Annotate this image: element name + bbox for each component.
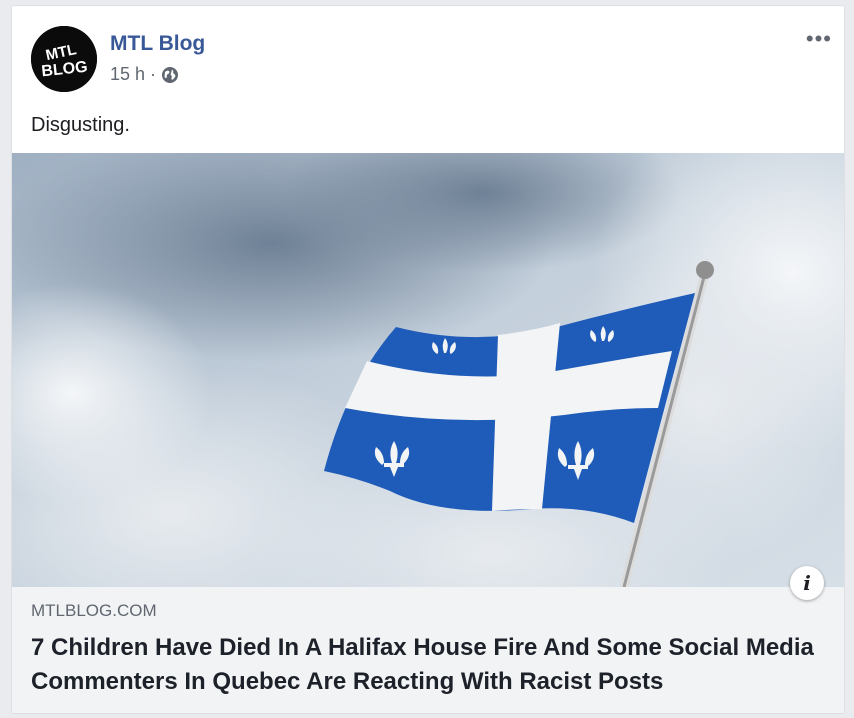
link-preview[interactable]: MTLBLOG.COM 7 Children Have Died In A Ha… (12, 587, 844, 713)
page-name-link[interactable]: MTL Blog (110, 32, 205, 56)
avatar[interactable]: MTL BLOG (31, 26, 97, 92)
link-image[interactable] (12, 153, 844, 587)
link-domain: MTLBLOG.COM (31, 601, 157, 620)
meta-separator: · (150, 64, 157, 84)
link-headline[interactable]: 7 Children Have Died In A Halifax House … (31, 631, 831, 699)
feed-post: MTL BLOG MTL Blog 15 h · ••• Disgusting. (11, 5, 845, 714)
info-icon[interactable]: i (790, 566, 824, 600)
globe-icon (161, 66, 179, 84)
more-options-button[interactable]: ••• (806, 28, 832, 50)
post-message: Disgusting. (31, 114, 130, 136)
mtl-blog-logo: MTL BLOG (31, 26, 97, 92)
quebec-flag-photo (12, 153, 844, 587)
post-meta: 15 h · (110, 64, 179, 85)
timestamp[interactable]: 15 h (110, 64, 145, 85)
